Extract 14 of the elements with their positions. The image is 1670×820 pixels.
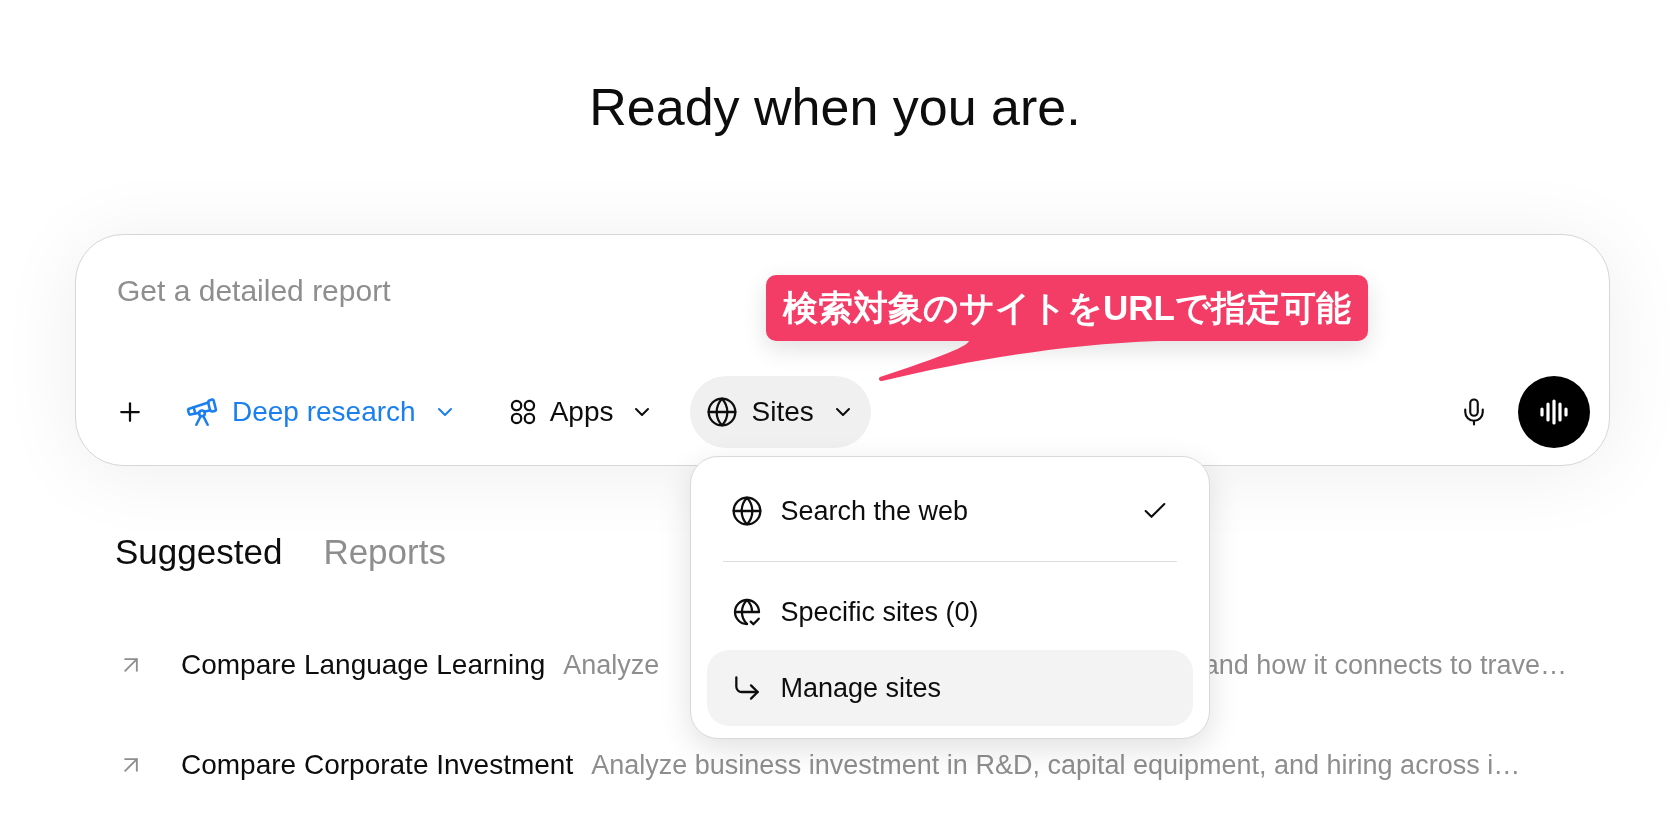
telescope-icon bbox=[185, 395, 219, 429]
four-circles-icon bbox=[508, 398, 537, 426]
menu-item[interactable]: Manage sites bbox=[707, 650, 1194, 726]
globe-icon bbox=[731, 495, 764, 527]
tab[interactable]: Suggested bbox=[115, 531, 283, 573]
prompt-field[interactable]: Get a detailed report bbox=[117, 273, 717, 309]
waveform-icon bbox=[1539, 399, 1569, 425]
suggestion-description: Analyze bbox=[563, 649, 660, 681]
suggestion-description: Analyze business investment in R&D, capital equipment, and hiring across i… bbox=[591, 749, 1521, 781]
suggestion-title[interactable]: Compare Corporate Investment bbox=[181, 749, 574, 781]
page-heading: Ready when you are. bbox=[588, 77, 1082, 138]
globe-icon bbox=[706, 396, 739, 428]
tool-button[interactable]: Sites bbox=[690, 376, 871, 448]
suggestion-title[interactable]: Compare Language Learning bbox=[181, 649, 546, 681]
